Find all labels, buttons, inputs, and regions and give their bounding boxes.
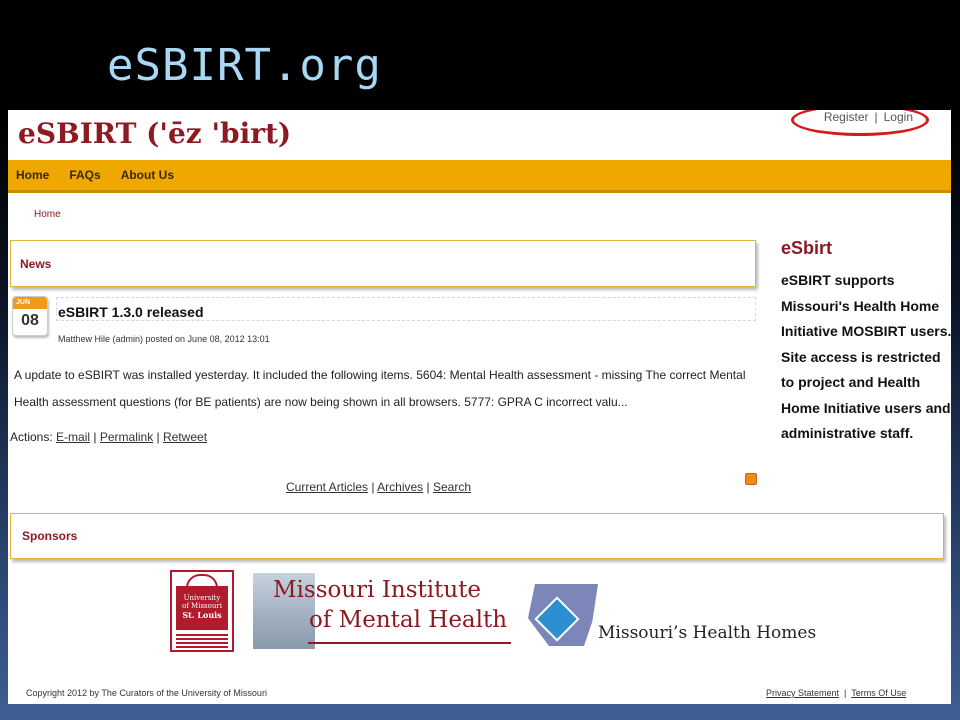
site-logo[interactable]: eSBIRT ('ēz 'birt) — [18, 117, 291, 150]
calendar-day: 08 — [21, 312, 39, 329]
news-panel — [10, 240, 756, 287]
article-body: A update to eSBIRT was installed yesterd… — [14, 368, 746, 409]
mimh-underline — [308, 642, 511, 644]
umsl-line: of Missouri — [182, 602, 222, 610]
umsl-line: St. Louis — [182, 610, 222, 620]
umsl-stripes-graphic — [176, 634, 228, 648]
sidebar-text: eSBIRT supports Missouri's Health Home I… — [781, 272, 951, 441]
email-link[interactable]: E-mail — [56, 430, 90, 444]
highlight-ring — [791, 110, 929, 136]
retweet-link[interactable]: Retweet — [163, 430, 207, 444]
sponsor-logos: University of Missouri St. Louis Missour… — [8, 565, 951, 660]
calendar-icon: JUN 08 — [12, 296, 48, 336]
archives-link[interactable]: Archives — [377, 480, 423, 494]
actions-label: Actions: — [10, 430, 53, 444]
site-footer: Copyright 2012 by The Curators of the Un… — [8, 682, 951, 704]
main-nav: Home FAQs About Us — [8, 160, 951, 193]
current-articles-link[interactable]: Current Articles — [286, 480, 368, 494]
copyright-text: Copyright 2012 by The Curators of the Un… — [26, 688, 267, 698]
nav-item-about-us[interactable]: About Us — [121, 168, 174, 182]
terms-of-use-link[interactable]: Terms Of Use — [851, 688, 906, 698]
privacy-statement-link[interactable]: Privacy Statement — [766, 688, 839, 698]
nav-item-home[interactable]: Home — [16, 168, 49, 182]
legal-links: Privacy Statement | Terms Of Use — [766, 688, 907, 698]
umsl-logo-text: University of Missouri St. Louis — [176, 586, 228, 630]
sponsors-panel — [10, 513, 944, 559]
breadcrumb[interactable]: Home — [34, 209, 61, 220]
mhh-logo[interactable]: Missouri’s Health Homes — [598, 623, 816, 643]
permalink-link[interactable]: Permalink — [100, 430, 153, 444]
article-actions: Actions: E-mail | Permalink | Retweet — [10, 430, 208, 444]
umsl-logo[interactable]: University of Missouri St. Louis — [170, 570, 234, 652]
mimh-logo[interactable]: Missouri Institute of Mental Health — [273, 575, 533, 635]
calendar-month: JUN — [13, 297, 47, 309]
mimh-line-1: Missouri Institute — [273, 577, 482, 603]
nav-item-faqs[interactable]: FAQs — [69, 168, 100, 182]
mimh-line-2: of Mental Health — [309, 607, 508, 633]
slide-title: eSBIRT.org — [107, 40, 382, 91]
rss-icon[interactable] — [745, 473, 757, 485]
website-screenshot: eSBIRT ('ēz 'birt) Register | Login Home… — [8, 110, 951, 704]
site-header: eSBIRT ('ēz 'birt) Register | Login — [8, 110, 951, 162]
article-byline: Matthew Hile (admin) posted on June 08, … — [58, 334, 270, 344]
article-title[interactable]: eSBIRT 1.3.0 released — [58, 304, 204, 320]
sidebar-title: eSbirt — [781, 238, 833, 258]
umsl-line: University — [183, 594, 221, 602]
sponsors-panel-title: Sponsors — [22, 529, 78, 543]
search-link[interactable]: Search — [433, 480, 471, 494]
news-panel-title: News — [20, 257, 52, 271]
news-bottom-links: Current Articles | Archives | Search — [286, 480, 471, 494]
